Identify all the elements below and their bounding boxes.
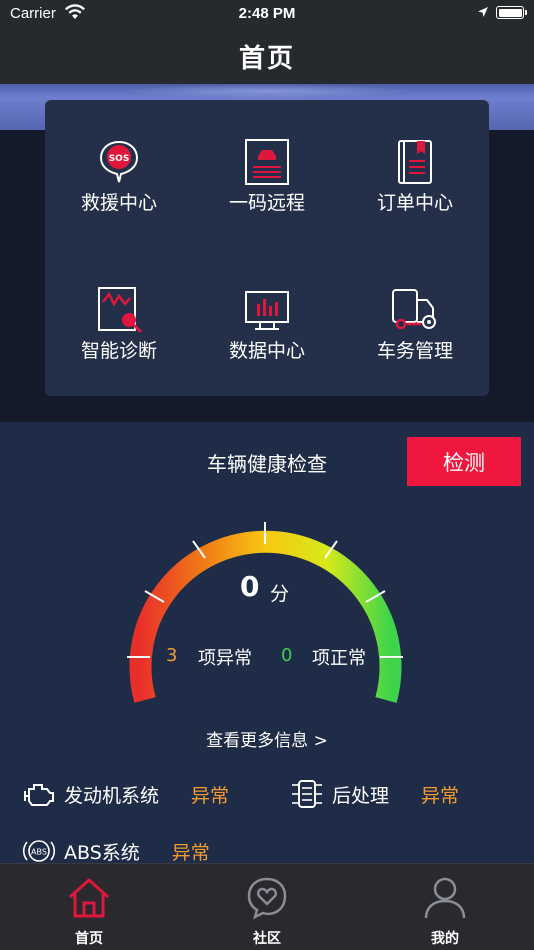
abnormal-count: 3 <box>166 645 178 666</box>
menu-item-label: 救援中心 <box>80 192 157 214</box>
truck-manage-icon <box>392 289 436 330</box>
function-menu-card: SOS 救援中心 一码远程 订单中心 智能诊断 数据中心 车务管理 <box>45 100 489 396</box>
menu-item-rescue-center[interactable]: SOS 救援中心 <box>45 100 193 248</box>
tab-bar: 首页 社区 我的 <box>0 863 534 950</box>
system-item-abs[interactable]: ABS ABS系统 异常 <box>22 836 210 866</box>
menu-item-remote-code[interactable]: 一码远程 <box>193 100 341 248</box>
status-time: 2:48 PM <box>238 5 296 22</box>
tab-home[interactable]: 首页 <box>0 864 178 950</box>
tab-label: 首页 <box>75 931 103 947</box>
data-center-icon <box>245 291 289 330</box>
menu-item-label: 订单中心 <box>376 192 453 214</box>
system-status: 异常 <box>191 784 230 807</box>
normal-count: 0 <box>281 645 293 666</box>
community-heart-icon <box>247 877 287 920</box>
after-treatment-icon <box>292 780 322 808</box>
system-status: 异常 <box>421 784 460 807</box>
system-name: ABS系统 <box>64 841 140 864</box>
system-name: 后处理 <box>332 784 390 807</box>
battery-icon <box>496 6 527 19</box>
tab-community[interactable]: 社区 <box>178 864 356 950</box>
menu-item-label: 智能诊断 <box>80 340 157 362</box>
svg-text:SOS: SOS <box>109 154 130 164</box>
diagnosis-icon <box>98 287 143 334</box>
menu-item-label: 数据中心 <box>228 340 305 362</box>
health-score-value: 0 <box>240 570 260 603</box>
engine-icon <box>24 784 54 806</box>
health-gauge <box>127 522 403 703</box>
status-bar: Carrier 2:48 PM <box>0 0 534 28</box>
menu-item-data-center[interactable]: 数据中心 <box>193 248 341 396</box>
system-name: 发动机系统 <box>64 784 160 807</box>
tab-label: 我的 <box>431 931 459 947</box>
home-icon <box>68 878 110 918</box>
menu-item-label: 一码远程 <box>228 192 305 214</box>
location-arrow-icon <box>478 7 488 17</box>
top-bar: Carrier 2:48 PM 首页 <box>0 0 534 84</box>
page-title: 首页 <box>238 44 295 74</box>
menu-item-vehicle-affairs[interactable]: 车务管理 <box>341 248 489 396</box>
normal-label: 项正常 <box>312 648 366 669</box>
menu-item-order-center[interactable]: 订单中心 <box>341 100 489 248</box>
profile-icon <box>424 877 466 919</box>
system-item-after-treatment[interactable]: 后处理 异常 <box>290 779 459 809</box>
system-status: 异常 <box>171 841 210 864</box>
abnormal-label: 项异常 <box>198 648 252 669</box>
menu-item-smart-diagnosis[interactable]: 智能诊断 <box>45 248 193 396</box>
remote-code-icon <box>245 139 289 185</box>
health-score-unit: 分 <box>270 583 290 605</box>
tab-label: 社区 <box>253 931 281 947</box>
order-book-icon <box>398 140 432 184</box>
abs-icon: ABS <box>22 840 56 862</box>
more-info-link[interactable]: 查看更多信息 > <box>0 726 534 751</box>
detect-button[interactable]: 检测 <box>407 437 521 486</box>
menu-item-label: 车务管理 <box>376 340 453 362</box>
svg-text:ABS: ABS <box>31 848 47 857</box>
system-item-engine[interactable]: 发动机系统 异常 <box>22 779 229 809</box>
sos-icon: SOS <box>99 140 139 183</box>
tab-profile[interactable]: 我的 <box>356 864 534 950</box>
